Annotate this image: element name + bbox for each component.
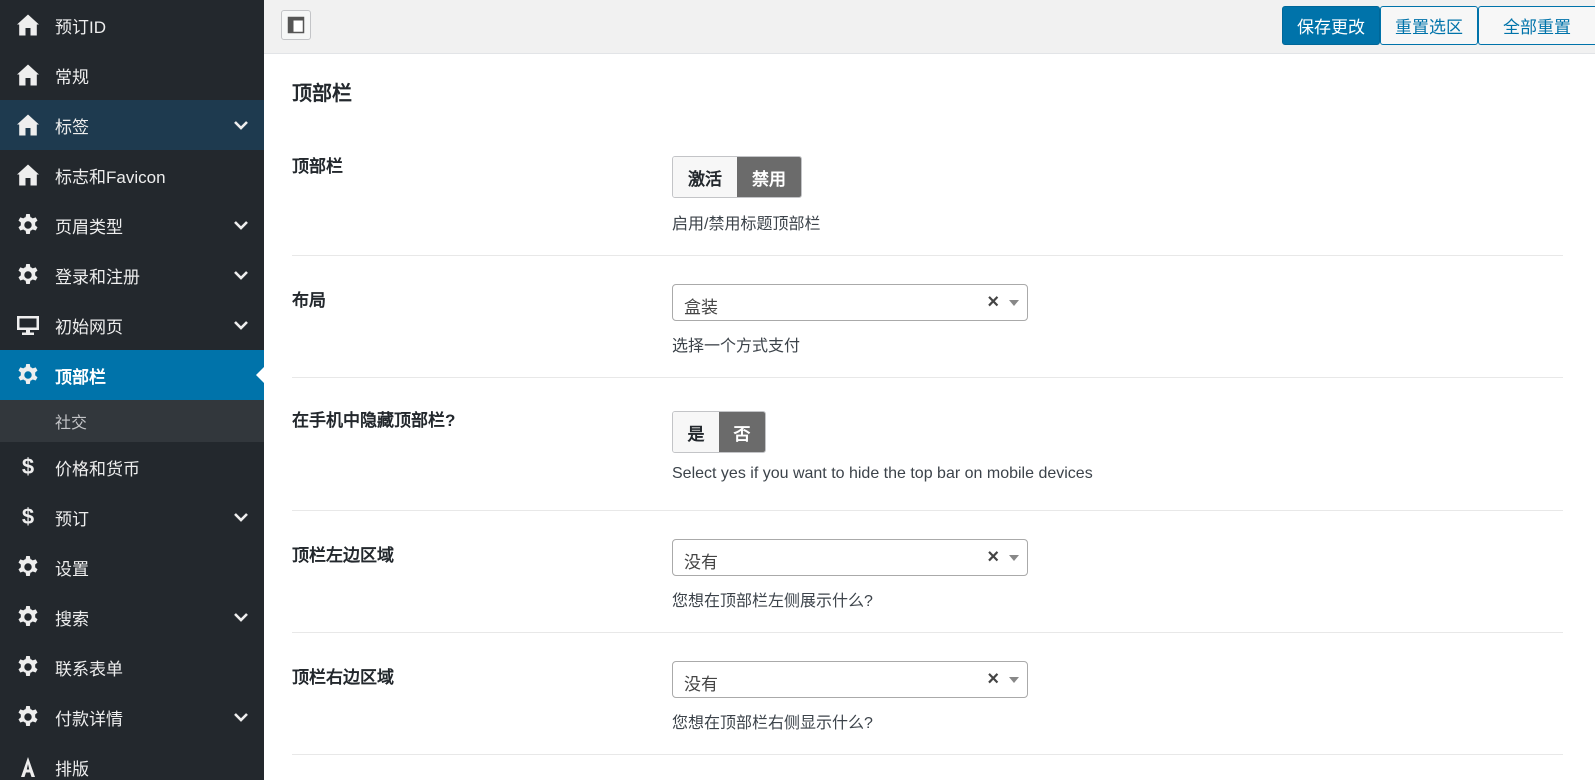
chevron-down-icon: [232, 216, 250, 234]
layout-select[interactable]: 盒装 ×: [672, 284, 1028, 321]
gear-icon: [16, 363, 40, 387]
dollar-icon: $: [21, 454, 35, 479]
field-label: 顶栏右边区域: [292, 668, 394, 687]
sidebar-item-tabs[interactable]: 标签: [0, 100, 264, 150]
field-description: 启用/禁用标题顶部栏: [672, 216, 821, 233]
gear-icon: [16, 605, 40, 629]
switch-option-no[interactable]: 否: [719, 412, 765, 452]
typography-icon: [16, 755, 40, 779]
chevron-down-icon: [232, 508, 250, 526]
field-description: 您想在顶部栏左侧展示什么?: [672, 593, 873, 610]
gear-icon: [16, 263, 40, 287]
home-icon: [16, 13, 40, 37]
dropdown-arrow-icon[interactable]: [1009, 677, 1019, 683]
field-label: 顶部栏: [292, 157, 343, 176]
field-description: Select yes if you want to hide the top b…: [672, 465, 1093, 482]
sidebar-item-settings[interactable]: 设置: [0, 542, 264, 592]
field-row-left-area: 顶栏左边区域 没有 × 您想在顶部栏左侧展示什么?: [292, 511, 1563, 633]
sidebar-item-price-currency[interactable]: $ 价格和货币: [0, 442, 264, 492]
chevron-down-icon: [232, 266, 250, 284]
home-icon: [16, 63, 40, 87]
clear-icon[interactable]: ×: [987, 668, 999, 690]
chevron-down-icon: [232, 116, 250, 134]
gear-icon: [16, 655, 40, 679]
sidebar-item-contact-form[interactable]: 联系表单: [0, 642, 264, 692]
right-area-select[interactable]: 没有 ×: [672, 661, 1028, 698]
sidebar-item-initial-page[interactable]: 初始网页: [0, 300, 264, 350]
sidebar-item-label: 排版: [55, 759, 89, 779]
save-changes-button[interactable]: 保存更改: [1282, 6, 1380, 45]
sidebar-item-booking-id[interactable]: 预订ID: [0, 0, 264, 50]
field-description: 选择一个方式支付: [672, 338, 801, 355]
home-icon: [16, 163, 40, 187]
sidebar-item-topbar[interactable]: 顶部栏: [0, 350, 264, 400]
dropdown-arrow-icon[interactable]: [1009, 555, 1019, 561]
chevron-down-icon: [232, 708, 250, 726]
gear-icon: [16, 705, 40, 729]
sidebar-item-label: 价格和货币: [55, 459, 140, 479]
reset-section-button[interactable]: 重置选区: [1380, 6, 1478, 45]
sidebar-item-label: 预订ID: [55, 17, 106, 37]
field-label: 顶栏左边区域: [292, 546, 394, 565]
sidebar: 预订ID 常规 标签 标志和Favicon 页眉类型 登录和注册 初始网页 顶部…: [0, 0, 264, 780]
chevron-down-icon: [232, 608, 250, 626]
dollar-icon: $: [21, 504, 35, 529]
switch-option-activate[interactable]: 激活: [673, 157, 737, 197]
layout-toggle-button[interactable]: [281, 10, 311, 40]
field-label: 布局: [292, 291, 326, 310]
sidebar-item-label: 设置: [55, 559, 89, 579]
sidebar-item-booking[interactable]: $ 预订: [0, 492, 264, 542]
clear-icon[interactable]: ×: [987, 291, 999, 313]
select-value: 没有: [684, 553, 718, 572]
sidebar-item-typography[interactable]: 排版: [0, 742, 264, 780]
gear-icon: [16, 555, 40, 579]
field-label: 在手机中隐藏顶部栏?: [292, 411, 456, 430]
field-row-topbar: 顶部栏 激活 禁用 启用/禁用标题顶部栏: [292, 132, 1563, 256]
topbar-switch: 激活 禁用: [672, 156, 802, 198]
reset-all-button[interactable]: 全部重置: [1478, 6, 1595, 45]
monitor-icon: [16, 313, 40, 337]
sidebar-item-header-type[interactable]: 页眉类型: [0, 200, 264, 250]
sidebar-subitem-label: 社交: [55, 415, 88, 432]
left-area-select[interactable]: 没有 ×: [672, 539, 1028, 576]
clear-icon[interactable]: ×: [987, 546, 999, 568]
section-title: 顶部栏: [292, 83, 352, 105]
sidebar-item-search[interactable]: 搜索: [0, 592, 264, 642]
switch-option-yes[interactable]: 是: [673, 412, 719, 452]
sidebar-item-login-register[interactable]: 登录和注册: [0, 250, 264, 300]
sidebar-item-general[interactable]: 常规: [0, 50, 264, 100]
field-row-layout: 布局 盒装 × 选择一个方式支付: [292, 256, 1563, 378]
sidebar-subitem-social[interactable]: 社交: [0, 400, 264, 442]
chevron-down-icon: [232, 316, 250, 334]
select-value: 盒装: [684, 298, 718, 317]
sidebar-item-label: 顶部栏: [55, 367, 106, 387]
select-value: 没有: [684, 675, 718, 694]
sidebar-item-logo-favicon[interactable]: 标志和Favicon: [0, 150, 264, 200]
layout-icon: [287, 16, 305, 34]
sidebar-item-label: 标志和Favicon: [55, 167, 166, 187]
sidebar-item-label: 常规: [55, 67, 89, 87]
field-row-hide-mobile: 在手机中隐藏顶部栏? 是 否 Select yes if you want to…: [292, 378, 1563, 511]
field-row-right-area: 顶栏右边区域 没有 × 您想在顶部栏右侧显示什么?: [292, 633, 1563, 755]
switch-option-disable[interactable]: 禁用: [737, 157, 801, 197]
sidebar-item-label: 联系表单: [55, 659, 123, 679]
settings-panel: 顶部栏 顶部栏 激活 禁用 启用/禁用标题顶部栏 布局 盒装 × 选择一个方式支…: [264, 55, 1595, 780]
sidebar-item-payment-details[interactable]: 付款详情: [0, 692, 264, 742]
dropdown-arrow-icon[interactable]: [1009, 300, 1019, 306]
options-toolbar: 保存更改 重置选区 全部重置: [264, 0, 1595, 54]
hide-mobile-switch: 是 否: [672, 411, 766, 453]
gear-icon: [16, 213, 40, 237]
field-description: 您想在顶部栏右侧显示什么?: [672, 715, 873, 732]
home-icon: [16, 113, 40, 137]
